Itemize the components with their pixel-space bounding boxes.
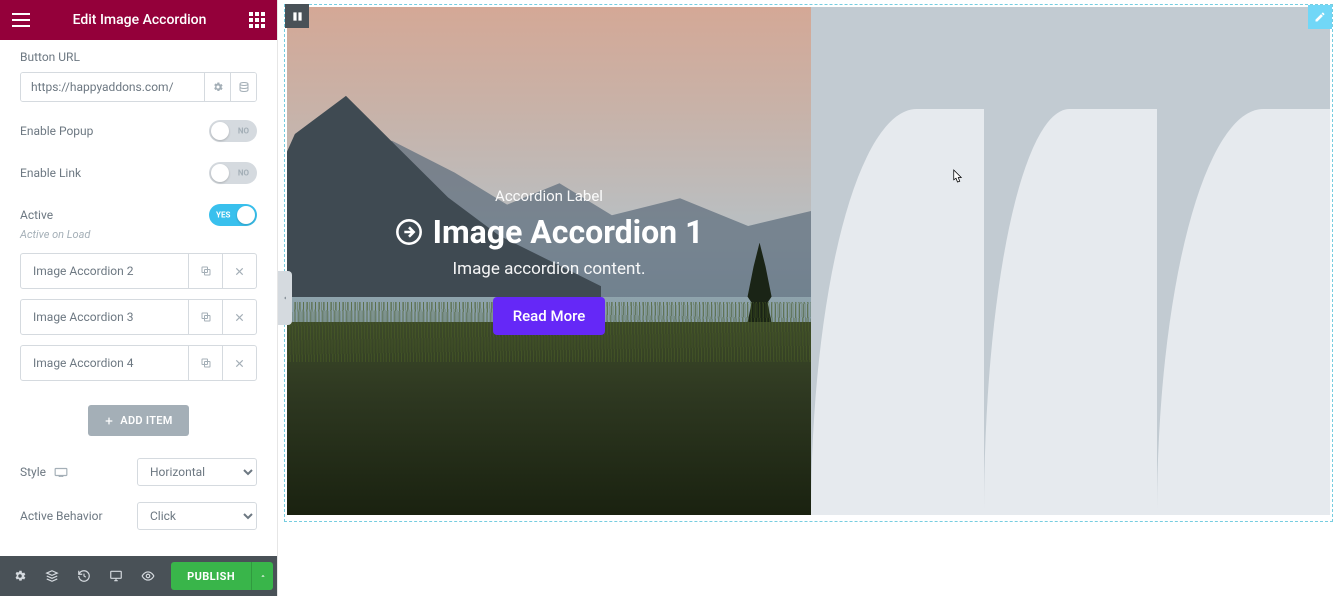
button-url-input[interactable] (21, 73, 204, 101)
sidebar-footer: PUBLISH (0, 556, 277, 596)
style-label: Style (20, 465, 46, 479)
section-wrapper[interactable]: Accordion Label Image Accordion 1 Image … (284, 4, 1333, 522)
active-sublabel: Active on Load (20, 228, 257, 241)
duplicate-icon[interactable] (188, 254, 222, 288)
image-accordion-widget[interactable]: Accordion Label Image Accordion 1 Image … (287, 7, 1330, 515)
panel-body: Button URL Enable Popup NO Enable Link (0, 40, 277, 556)
repeater-item: Image Accordion 2 (20, 253, 257, 289)
accordion-title: Image Accordion 1 (395, 213, 704, 251)
placeholder-image (1157, 7, 1330, 515)
accordion-content-text: Image accordion content. (453, 259, 646, 279)
panel-collapse-handle[interactable] (278, 271, 292, 325)
accordion-pane-content: Accordion Label Image Accordion 1 Image … (287, 7, 811, 515)
active-switch[interactable]: YES (209, 204, 257, 226)
repeater-item: Image Accordion 4 (20, 345, 257, 381)
publish-button[interactable]: PUBLISH (171, 562, 251, 590)
remove-icon[interactable] (222, 300, 256, 334)
dynamic-tag-button[interactable] (230, 73, 256, 101)
edit-widget-icon[interactable] (1308, 5, 1332, 29)
sidebar-header: Edit Image Accordion (0, 0, 277, 40)
active-label: Active (20, 208, 53, 222)
panel-title: Edit Image Accordion (73, 12, 207, 28)
read-more-button[interactable]: Read More (493, 297, 606, 335)
repeater-list: Image Accordion 2 Image Accordion 3 Imag… (0, 253, 277, 391)
duplicate-icon[interactable] (188, 300, 222, 334)
enable-popup-switch[interactable]: NO (209, 120, 257, 142)
settings-icon[interactable] (4, 556, 36, 596)
style-select[interactable]: Horizontal (137, 458, 257, 486)
enable-popup-control: Enable Popup NO (0, 110, 277, 152)
repeater-item-title[interactable]: Image Accordion 4 (21, 346, 188, 380)
placeholder-image (984, 7, 1157, 515)
editor-sidebar: Edit Image Accordion Button URL Enable P… (0, 0, 278, 596)
url-input-wrap (20, 72, 257, 102)
add-item-label: ADD ITEM (120, 414, 172, 427)
add-item-button[interactable]: ADD ITEM (88, 405, 188, 436)
accordion-pane-active[interactable]: Accordion Label Image Accordion 1 Image … (287, 7, 811, 515)
url-options-button[interactable] (204, 73, 230, 101)
button-url-label: Button URL (20, 50, 257, 64)
active-control: Active YES Active on Load (0, 194, 277, 243)
button-url-control: Button URL (0, 40, 277, 110)
placeholder-image (811, 7, 984, 515)
duplicate-icon[interactable] (188, 346, 222, 380)
accordion-pane-collapsed[interactable] (811, 7, 984, 515)
accordion-label: Accordion Label (495, 187, 603, 205)
enable-link-control: Enable Link NO (0, 152, 277, 194)
remove-icon[interactable] (222, 254, 256, 288)
enable-link-label: Enable Link (20, 166, 81, 180)
responsive-mode-icon[interactable] (100, 556, 132, 596)
column-handle-icon[interactable] (285, 4, 309, 28)
arrow-circle-right-icon (395, 218, 423, 246)
menu-icon[interactable] (12, 13, 30, 27)
repeater-item-title[interactable]: Image Accordion 3 (21, 300, 188, 334)
accordion-pane-collapsed[interactable] (984, 7, 1157, 515)
repeater-item-title[interactable]: Image Accordion 2 (21, 254, 188, 288)
active-behavior-control: Active Behavior Click (0, 494, 277, 538)
navigator-icon[interactable] (36, 556, 68, 596)
preview-area: Accordion Label Image Accordion 1 Image … (278, 0, 1339, 596)
active-behavior-select[interactable]: Click (137, 502, 257, 530)
history-icon[interactable] (68, 556, 100, 596)
preview-icon[interactable] (132, 556, 164, 596)
remove-icon[interactable] (222, 346, 256, 380)
accordion-pane-collapsed[interactable] (1157, 7, 1330, 515)
enable-link-switch[interactable]: NO (209, 162, 257, 184)
active-behavior-label: Active Behavior (20, 509, 103, 523)
publish-options-button[interactable] (251, 562, 273, 590)
responsive-icon[interactable] (54, 467, 68, 477)
repeater-item: Image Accordion 3 (20, 299, 257, 335)
widgets-icon[interactable] (249, 12, 265, 28)
enable-popup-label: Enable Popup (20, 124, 93, 138)
style-control: Style Horizontal (0, 450, 277, 494)
